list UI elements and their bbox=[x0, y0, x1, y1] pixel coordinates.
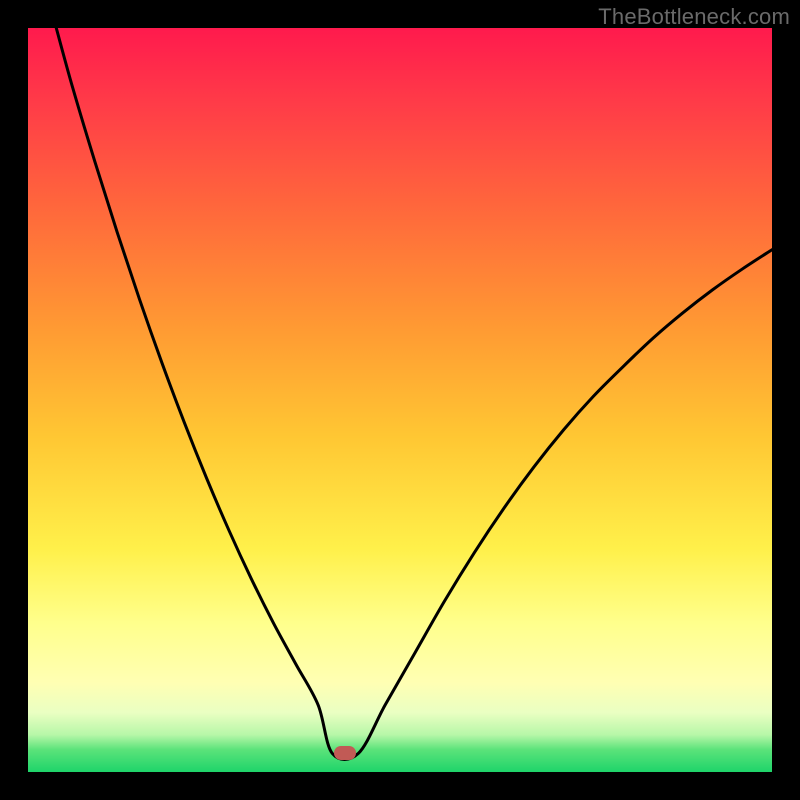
chart-frame: TheBottleneck.com bbox=[0, 0, 800, 800]
chart-plot-area bbox=[28, 28, 772, 772]
min-marker bbox=[334, 746, 356, 760]
watermark-text: TheBottleneck.com bbox=[598, 4, 790, 30]
bottleneck-curve bbox=[28, 28, 772, 772]
curve-path bbox=[56, 28, 772, 759]
